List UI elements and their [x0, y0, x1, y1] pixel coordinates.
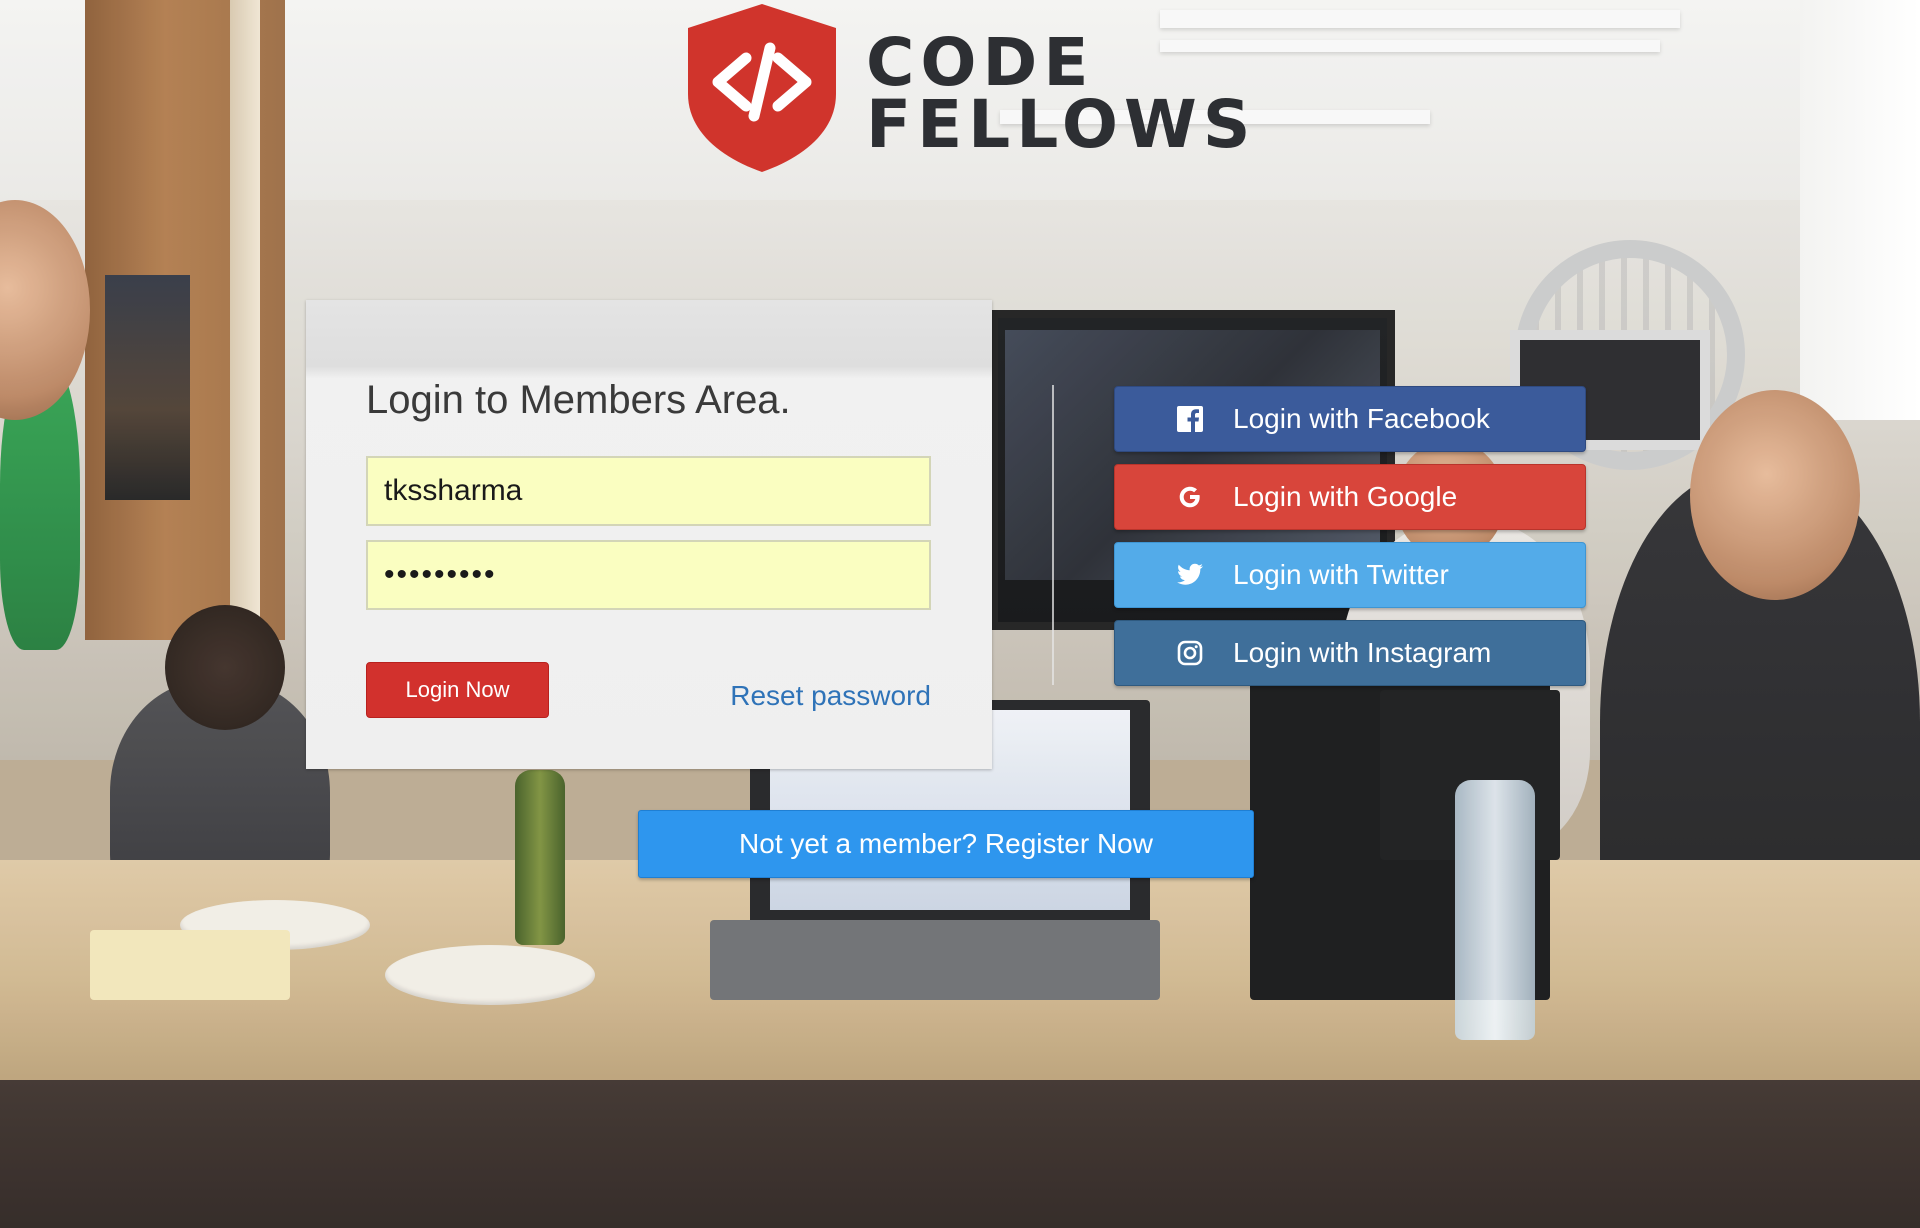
login-panel: Login to Members Area. Login Now Reset p…: [306, 300, 992, 769]
facebook-icon: [1175, 404, 1205, 434]
reset-password-link[interactable]: Reset password: [730, 680, 931, 712]
panel-divider: [1052, 385, 1054, 685]
code-fellows-logo: CODE FELLOWS: [686, 2, 1250, 174]
panel-header-band: [306, 300, 992, 378]
login-now-button[interactable]: Login Now: [366, 662, 549, 718]
google-label: Login with Google: [1233, 481, 1458, 512]
logo-wordmark: CODE FELLOWS: [866, 24, 1257, 163]
logo-line-2: FELLOWS: [866, 86, 1257, 163]
logo-line-1: CODE: [866, 24, 1095, 101]
google-icon: [1175, 482, 1205, 512]
twitter-label: Login with Twitter: [1233, 559, 1449, 590]
instagram-icon: [1175, 638, 1205, 668]
login-with-twitter-button[interactable]: Login with Twitter: [1114, 542, 1586, 608]
facebook-label: Login with Facebook: [1233, 403, 1490, 434]
shield-code-icon: [688, 4, 836, 172]
username-input[interactable]: [366, 456, 931, 526]
login-with-facebook-button[interactable]: Login with Facebook: [1114, 386, 1586, 452]
register-now-button[interactable]: Not yet a member? Register Now: [638, 810, 1254, 878]
instagram-label: Login with Instagram: [1233, 637, 1492, 668]
password-input[interactable]: [366, 540, 931, 610]
twitter-icon: [1175, 560, 1205, 590]
login-with-google-button[interactable]: Login with Google: [1114, 464, 1586, 530]
login-page: CODE FELLOWS Login to Members Area. Logi…: [0, 0, 1920, 1228]
login-title: Login to Members Area.: [366, 378, 791, 422]
login-with-instagram-button[interactable]: Login with Instagram: [1114, 620, 1586, 686]
